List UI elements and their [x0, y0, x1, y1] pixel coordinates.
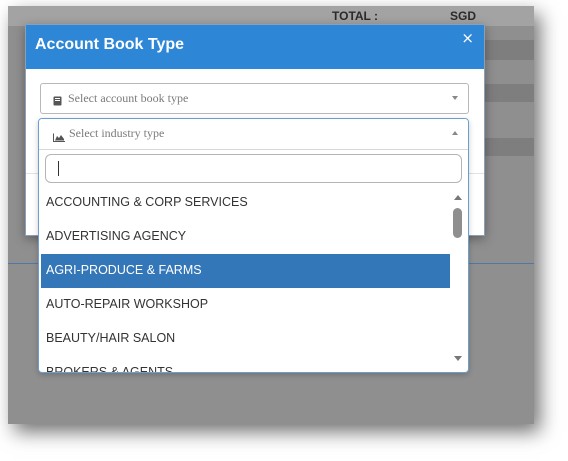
- industry-type-placeholder: Select industry type: [69, 126, 165, 140]
- industry-type-dropdown[interactable]: Select industry type ACCOUNTING & CORP S…: [38, 118, 469, 373]
- bg-table-row: [482, 84, 534, 102]
- dropdown-option[interactable]: AUTO-REPAIR WORKSHOP: [41, 288, 450, 322]
- dropdown-option[interactable]: BROKERS & AGENTS: [41, 356, 450, 372]
- scroll-down-arrow[interactable]: [454, 356, 462, 361]
- dropdown-option[interactable]: BEAUTY/HAIR SALON: [41, 322, 450, 356]
- dropdown-option[interactable]: ADVERTISING AGENCY: [41, 220, 450, 254]
- account-book-type-select[interactable]: Select account book type: [40, 83, 469, 114]
- modal-title: Account Book Type: [35, 36, 185, 53]
- total-currency: SGD: [450, 9, 477, 23]
- book-icon: [53, 93, 62, 111]
- bg-table-row: [482, 40, 534, 60]
- industry-options-list: ACCOUNTING & CORP SERVICES ADVERTISING A…: [39, 186, 451, 372]
- total-label: TOTAL :: [332, 9, 378, 23]
- industry-type-select[interactable]: Select industry type: [39, 119, 468, 150]
- dropdown-option-highlighted[interactable]: AGRI-PRODUCE & FARMS: [41, 254, 450, 288]
- bg-table-row: [482, 138, 534, 156]
- industry-search-input[interactable]: [45, 154, 462, 183]
- chevron-up-icon: [452, 131, 458, 135]
- chevron-down-icon: [452, 96, 458, 100]
- text-cursor: [58, 161, 59, 176]
- scrollbar-thumb[interactable]: [453, 208, 462, 238]
- close-icon[interactable]: ×: [461, 29, 474, 47]
- scroll-up-arrow[interactable]: [454, 195, 462, 200]
- modal-header: Account Book Type ×: [26, 25, 484, 69]
- dropdown-option[interactable]: ACCOUNTING & CORP SERVICES: [41, 186, 450, 220]
- account-book-type-placeholder: Select account book type: [68, 91, 189, 105]
- area-chart-icon: [53, 129, 65, 147]
